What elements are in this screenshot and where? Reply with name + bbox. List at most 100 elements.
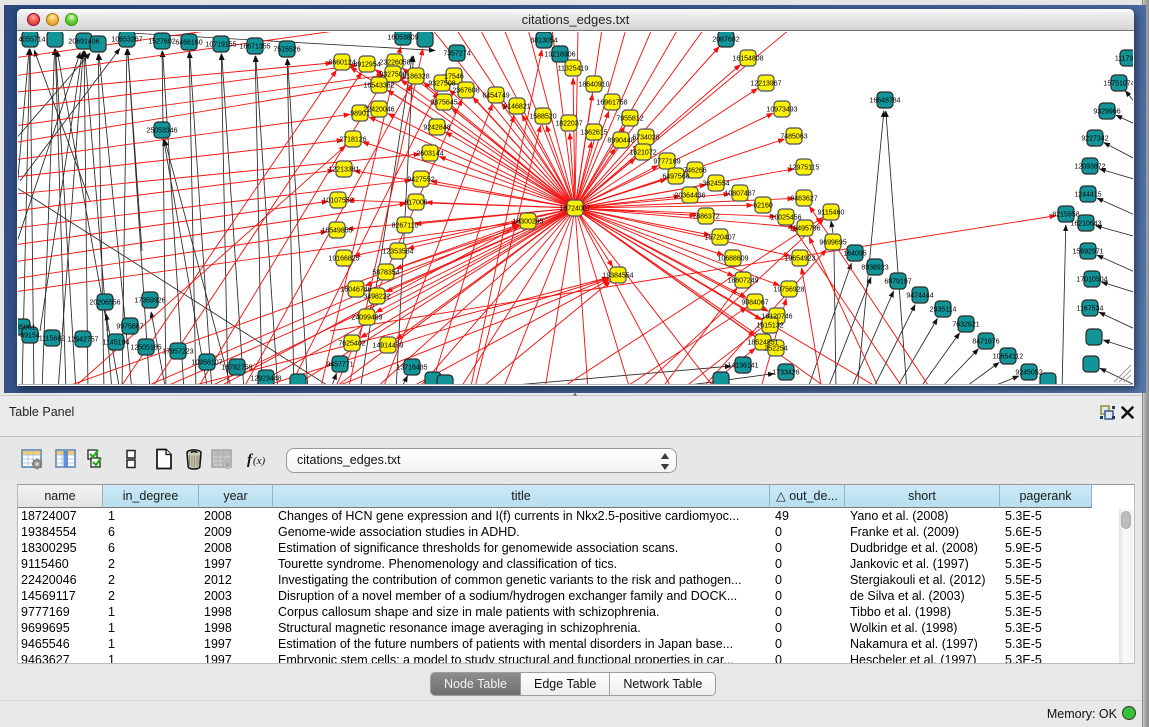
svg-text:252254: 252254 [764, 346, 787, 353]
svg-text:9329966: 9329966 [1093, 109, 1120, 116]
svg-text:7515526: 7515526 [273, 47, 300, 54]
svg-text:8471676: 8471676 [972, 339, 999, 346]
svg-text:8454749: 8454749 [482, 93, 509, 100]
svg-text:20691406: 20691406 [68, 39, 99, 46]
svg-text:17010504: 17010504 [1076, 277, 1107, 284]
svg-text:18640910: 18640910 [578, 82, 609, 89]
svg-text:16120746: 16120746 [761, 314, 792, 321]
svg-text:7625402: 7625402 [338, 341, 365, 348]
svg-text:9975867: 9975867 [116, 324, 143, 331]
svg-text:16671355: 16671355 [239, 44, 270, 51]
svg-text:9245052: 9245052 [1015, 370, 1042, 377]
svg-text:7886372: 7886372 [692, 214, 719, 221]
svg-text:12353584: 12353584 [382, 249, 413, 256]
svg-text:17957223: 17957223 [162, 349, 193, 356]
svg-text:8938923: 8938923 [861, 265, 888, 272]
svg-text:2603144: 2603144 [416, 151, 443, 158]
svg-text:8990448: 8990448 [607, 138, 634, 145]
svg-text:9427552: 9427552 [407, 177, 434, 184]
svg-text:19756928: 19756928 [773, 287, 804, 294]
svg-text:2087682: 2087682 [712, 37, 739, 44]
svg-text:16549855: 16549855 [321, 228, 352, 235]
svg-text:9115460: 9115460 [818, 210, 845, 217]
svg-text:12213381: 12213381 [328, 167, 359, 174]
svg-text:12975115: 12975115 [789, 165, 820, 172]
svg-text:19654923: 19654923 [784, 256, 815, 263]
svg-text:12093872: 12093872 [1074, 164, 1105, 171]
svg-text:(x): (x) [253, 455, 266, 467]
svg-text:15751074: 15751074 [1103, 81, 1133, 88]
svg-text:16046746: 16046746 [340, 287, 371, 294]
svg-text:6734028: 6734028 [632, 135, 659, 142]
svg-text:2718126: 2718126 [339, 137, 366, 144]
svg-text:10807487: 10807487 [724, 191, 755, 198]
svg-text:10107552: 10107552 [322, 198, 353, 205]
svg-text:9875645: 9875645 [430, 100, 457, 107]
svg-text:24055714: 24055714 [18, 37, 46, 44]
svg-text:12942757: 12942757 [67, 337, 98, 344]
svg-text:25053346: 25053346 [146, 128, 177, 135]
svg-text:9699695: 9699695 [819, 240, 846, 247]
svg-text:10688609: 10688609 [717, 256, 748, 263]
svg-text:8813054: 8813054 [530, 38, 557, 45]
svg-text:10719155: 10719155 [205, 42, 236, 49]
svg-text:17546: 17546 [444, 74, 464, 81]
svg-text:18807249: 18807249 [727, 278, 758, 285]
svg-text:1362615: 1362615 [580, 130, 607, 137]
svg-text:16495796: 16495796 [789, 226, 820, 233]
svg-text:23226058: 23226058 [379, 60, 410, 67]
svg-text:2367608: 2367608 [452, 88, 479, 95]
svg-text:1167534: 1167534 [1077, 306, 1104, 313]
svg-text:3498222: 3498222 [363, 294, 390, 301]
svg-text:11325419: 11325419 [558, 66, 589, 73]
svg-text:10973493: 10973493 [766, 107, 797, 114]
svg-text:8267110: 8267110 [392, 223, 419, 230]
svg-text:8660124: 8660124 [328, 60, 355, 67]
svg-text:19166825: 19166825 [328, 256, 359, 263]
svg-text:9146821: 9146821 [503, 104, 530, 111]
svg-text:9457771: 9457771 [326, 362, 353, 369]
svg-text:9227342: 9227342 [1081, 136, 1108, 143]
svg-text:17359926: 17359926 [134, 298, 165, 305]
svg-text:16782759: 16782759 [221, 365, 252, 372]
svg-text:1244415: 1244415 [1074, 192, 1101, 199]
svg-text:2835061: 2835061 [18, 325, 36, 332]
svg-text:12505185: 12505185 [130, 345, 161, 352]
svg-text:9777169: 9777169 [653, 159, 680, 166]
svg-text:8215958: 8215958 [1052, 212, 1079, 219]
svg-text:16210643: 16210643 [1070, 221, 1101, 228]
svg-text:817006: 817006 [404, 200, 427, 207]
svg-text:10958107: 10958107 [191, 360, 222, 367]
svg-text:164095: 164095 [843, 251, 866, 258]
svg-text:7632621: 7632621 [952, 322, 979, 329]
svg-text:15720407: 15720407 [704, 235, 735, 242]
svg-text:16543362: 16543362 [363, 83, 394, 90]
svg-text:6879197: 6879197 [884, 279, 911, 286]
svg-text:19218906: 19218906 [544, 52, 575, 59]
svg-text:62160: 62160 [753, 203, 773, 210]
svg-text:1621072: 1621072 [629, 150, 656, 157]
svg-text:20206556: 20206556 [89, 300, 120, 307]
svg-text:6497568: 6497568 [662, 174, 689, 181]
svg-text:22420046: 22420046 [363, 107, 394, 114]
svg-text:24099489: 24099489 [351, 315, 382, 322]
svg-text:16154808: 16154808 [732, 56, 763, 63]
svg-text:1117904: 1117904 [1115, 56, 1133, 63]
svg-text:39154: 39154 [20, 333, 40, 340]
svg-text:1588520: 1588520 [529, 114, 556, 121]
svg-text:16648784: 16648784 [869, 98, 900, 105]
svg-text:9327508: 9327508 [428, 81, 455, 88]
svg-text:1733426: 1733426 [772, 370, 799, 377]
svg-text:13716485: 13716485 [396, 365, 427, 372]
svg-text:1527602: 1527602 [148, 39, 175, 46]
svg-text:3624554: 3624554 [702, 181, 729, 188]
svg-text:10653267: 10653267 [111, 37, 142, 44]
svg-text:12213967: 12213967 [750, 81, 781, 88]
svg-text:1615132: 1615132 [756, 323, 783, 330]
svg-text:16053809: 16053809 [387, 35, 418, 42]
svg-text:9084067: 9084067 [741, 300, 768, 307]
svg-text:10654112: 10654112 [993, 354, 1024, 361]
svg-text:1145194: 1145194 [103, 340, 130, 347]
svg-text:2935114: 2935114 [930, 307, 957, 314]
svg-text:18724007: 18724007 [559, 206, 590, 213]
